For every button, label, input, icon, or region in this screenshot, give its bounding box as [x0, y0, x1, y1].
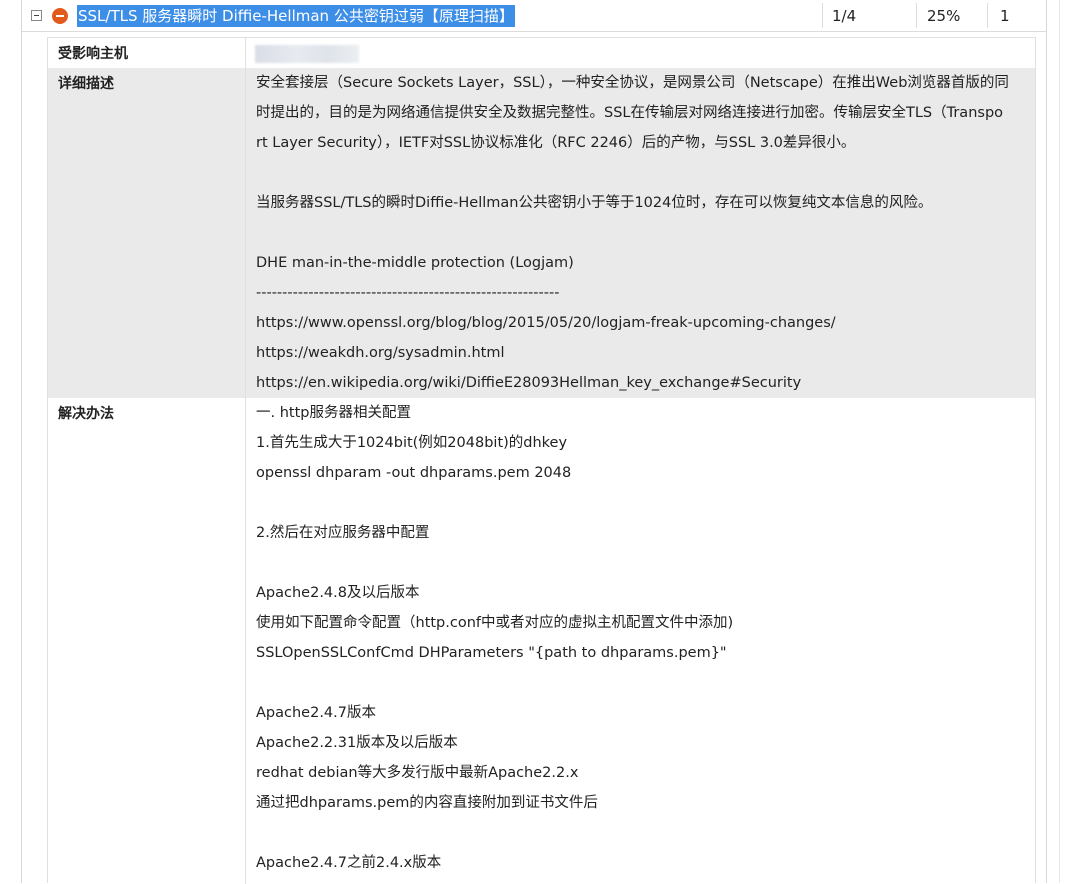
column-divider — [916, 3, 917, 28]
solution-line: 1.首先生成大于1024bit(例如2048bit)的dhkey — [256, 435, 568, 451]
solution-line — [256, 818, 1031, 848]
solution-line: Apache2.4.7版本 — [256, 705, 376, 721]
solution-line: Apache2.2.31版本及以后版本 — [256, 735, 458, 751]
solution-line — [256, 548, 1031, 578]
severity-minus-circle-icon — [52, 8, 68, 24]
label-column-divider — [245, 38, 246, 884]
solution-line: 一. http服务器相关配置 — [256, 405, 411, 421]
description-line — [256, 218, 1031, 248]
vuln-row[interactable]: SSL/TLS 服务器瞬时 Diffie-Hellman 公共密钥过弱【原理扫描… — [22, 0, 1046, 32]
frame-left-border — [21, 0, 22, 883]
vuln-title[interactable]: SSL/TLS 服务器瞬时 Diffie-Hellman 公共密钥过弱【原理扫描… — [77, 5, 515, 27]
solution-line: 使用如下配置命令配置（http.conf中或者对应的虚拟主机配置文件中添加) — [256, 615, 734, 631]
description-line: DHE man-in-the-middle protection (Logjam… — [256, 255, 574, 271]
solution-line: SSLOpenSSLConfCmd DHParameters "{path to… — [256, 645, 727, 661]
description-line: rt Layer Security），IETF对SSL协议标准化（RFC 224… — [256, 135, 856, 151]
affected-host-label: 受影响主机 — [58, 46, 128, 62]
solution-line: 通过把dhparams.pem的内容直接附加到证书文件后 — [256, 795, 598, 811]
description-label: 详细描述 — [58, 76, 114, 92]
description-line[interactable]: https://en.wikipedia.org/wiki/DiffieE280… — [256, 368, 1031, 398]
solution-line: Apache2.4.8及以后版本 — [256, 585, 420, 601]
collapse-toggle-icon[interactable] — [31, 10, 42, 21]
description-line: 安全套接层（Secure Sockets Layer，SSL），一种安全协议，是… — [256, 75, 1009, 91]
description-line[interactable]: https://weakdh.org/sysadmin.html — [256, 338, 1031, 368]
solution-label: 解决办法 — [58, 406, 114, 422]
vuln-percent: 25% — [927, 7, 961, 25]
description-text: 安全套接层（Secure Sockets Layer，SSL），一种安全协议，是… — [256, 68, 1031, 398]
description-row: 详细描述 安全套接层（Secure Sockets Layer，SSL），一种安… — [48, 68, 1035, 398]
affected-host-row: 受影响主机 — [48, 38, 1035, 68]
solution-line: redhat debian等大多发行版中最新Apache2.2.x — [256, 765, 579, 781]
solution-text: 一. http服务器相关配置 1.首先生成大于1024bit(例如2048bit)… — [256, 398, 1031, 878]
frame-right-border — [1046, 0, 1047, 883]
description-line: 当服务器SSL/TLS的瞬时Diffie-Hellman公共密钥小于等于1024… — [256, 195, 933, 211]
solution-line — [256, 668, 1031, 698]
vuln-count: 1/4 — [832, 7, 857, 25]
description-line: 时提出的，目的是为网络通信提供安全及数据完整性。SSL在传输层对网络连接进行加密… — [256, 105, 1004, 121]
detail-table: 受影响主机 详细描述 安全套接层（Secure Sockets Layer，SS… — [47, 37, 1036, 884]
solution-line: 2.然后在对应服务器中配置 — [256, 525, 430, 541]
affected-host-value-redacted — [255, 45, 359, 63]
solution-line: openssl dhparam -out dhparams.pem 2048 — [256, 465, 572, 481]
solution-line: Apache2.4.7之前2.4.x版本 — [256, 855, 442, 871]
column-divider — [987, 3, 988, 28]
scrollbar-track[interactable] — [1059, 0, 1060, 883]
column-divider — [822, 3, 823, 28]
description-line[interactable]: https://www.openssl.org/blog/blog/2015/0… — [256, 308, 1031, 338]
solution-line — [256, 488, 1031, 518]
solution-row: 解决办法 一. http服务器相关配置 1.首先生成大于1024bit(例如204… — [48, 398, 1035, 884]
description-line — [256, 158, 1031, 188]
vuln-hosts: 1 — [1000, 7, 1010, 25]
description-line: ----------------------------------------… — [256, 285, 560, 301]
